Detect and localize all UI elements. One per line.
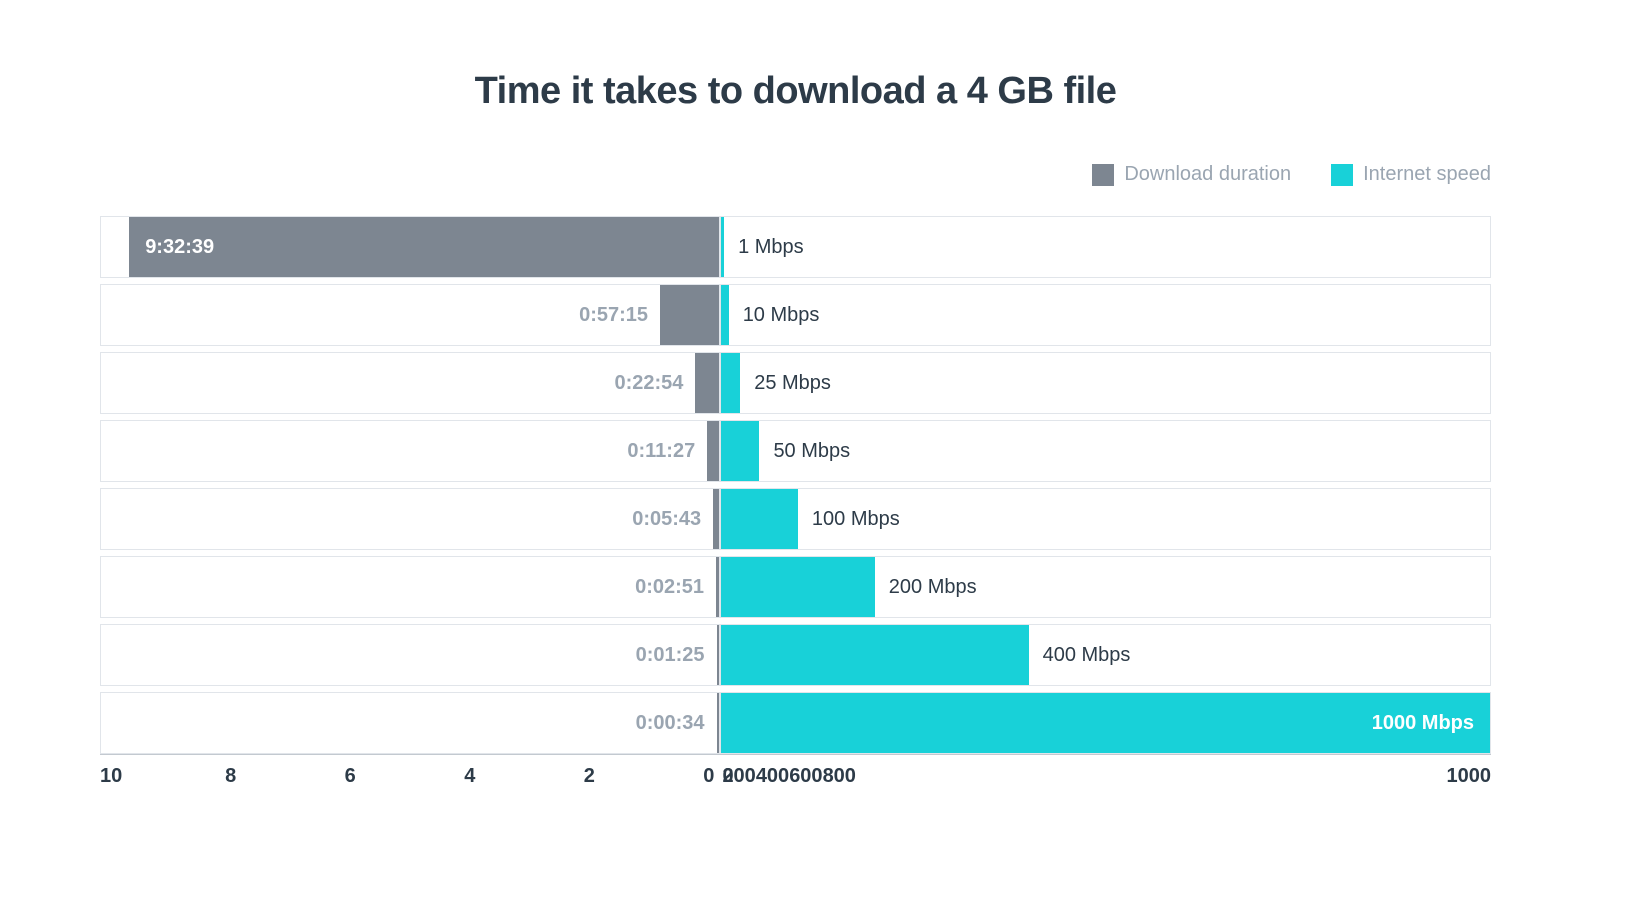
speed-cell: 50 Mbps: [720, 420, 1491, 482]
chart-row: 0:57:15 10 Mbps: [100, 284, 1491, 346]
duration-bar: [717, 625, 719, 685]
speed-label: 25 Mbps: [740, 372, 831, 395]
duration-label: 9:32:39: [129, 236, 230, 259]
duration-bar: [716, 557, 719, 617]
speed-cell: 200 Mbps: [720, 556, 1491, 618]
speed-label: 1 Mbps: [724, 236, 804, 259]
chart-row: 0:11:27 50 Mbps: [100, 420, 1491, 482]
duration-cell: 0:57:15: [100, 284, 720, 346]
axis-tick: 4: [464, 765, 475, 788]
speed-bar: [721, 285, 729, 345]
axis-tick: 600: [789, 765, 822, 788]
swatch-duration-icon: [1092, 164, 1114, 186]
chart-row: 0:05:43 100 Mbps: [100, 488, 1491, 550]
speed-cell: 25 Mbps: [720, 352, 1491, 414]
speed-bar: [721, 557, 875, 617]
duration-bar: [695, 353, 719, 413]
axis-tick: 1000: [1447, 765, 1492, 788]
axis-tick: 6: [345, 765, 356, 788]
speed-label: 10 Mbps: [729, 304, 820, 327]
speed-label: 400 Mbps: [1029, 644, 1131, 667]
legend-label-duration: Download duration: [1124, 163, 1291, 186]
legend-item-speed: Internet speed: [1331, 163, 1491, 186]
duration-cell: 0:11:27: [100, 420, 720, 482]
x-axis: 10 8 6 4 2 0 0 200400600800 1000: [100, 765, 1491, 788]
duration-bar: [707, 421, 719, 481]
duration-label: 0:00:34: [636, 712, 717, 735]
x-axis-left: 10 8 6 4 2 0: [100, 765, 720, 788]
duration-cell: 0:05:43: [100, 488, 720, 550]
duration-bar: 9:32:39: [129, 217, 719, 277]
duration-cell: 0:00:34: [100, 692, 720, 754]
duration-cell: 0:02:51: [100, 556, 720, 618]
speed-cell: 10 Mbps: [720, 284, 1491, 346]
legend: Download duration Internet speed: [100, 163, 1491, 186]
speed-bar: [721, 489, 798, 549]
axis-tick: 8: [225, 765, 236, 788]
chart-title: Time it takes to download a 4 GB file: [100, 70, 1491, 113]
speed-label: 200 Mbps: [875, 576, 977, 599]
speed-bar: [721, 625, 1029, 685]
duration-bar: [717, 693, 719, 753]
legend-label-speed: Internet speed: [1363, 163, 1491, 186]
duration-bar: [660, 285, 719, 345]
speed-cell: 1000 Mbps: [720, 692, 1491, 754]
speed-cell: 100 Mbps: [720, 488, 1491, 550]
axis-tick: 10: [100, 765, 122, 788]
axis-tick: 0: [703, 765, 714, 788]
duration-label: 0:02:51: [635, 576, 716, 599]
speed-cell: 400 Mbps: [720, 624, 1491, 686]
speed-cell: 1 Mbps: [720, 216, 1491, 278]
chart-row: 0:01:25 400 Mbps: [100, 624, 1491, 686]
duration-cell: 9:32:39: [100, 216, 720, 278]
swatch-speed-icon: [1331, 164, 1353, 186]
axis-tick: 2: [584, 765, 595, 788]
axis-tick: 800: [823, 765, 856, 788]
duration-label: 0:57:15: [579, 304, 660, 327]
duration-bar: [713, 489, 719, 549]
chart-row: 0:00:34 1000 Mbps: [100, 692, 1491, 754]
speed-label: 100 Mbps: [798, 508, 900, 531]
chart-container: Time it takes to download a 4 GB file Do…: [0, 0, 1641, 919]
duration-label: 0:22:54: [614, 372, 695, 395]
axis-tick: 200: [722, 765, 755, 788]
axis-tick: 400: [756, 765, 789, 788]
duration-cell: 0:22:54: [100, 352, 720, 414]
x-axis-right: 02004006008001000: [720, 765, 1491, 788]
duration-label: 0:01:25: [636, 644, 717, 667]
chart-rows: 9:32:39 1 Mbps 0:57:15 10 Mbps 0:22:54 25 Mbp…: [100, 216, 1491, 755]
chart-row: 0:22:54 25 Mbps: [100, 352, 1491, 414]
speed-label: 1000 Mbps: [1356, 712, 1490, 735]
speed-bar: [721, 353, 740, 413]
chart-row: 0:02:51 200 Mbps: [100, 556, 1491, 618]
duration-cell: 0:01:25: [100, 624, 720, 686]
speed-bar: [721, 421, 759, 481]
speed-bar: 1000 Mbps: [721, 693, 1490, 753]
duration-label: 0:11:27: [627, 440, 707, 463]
legend-item-duration: Download duration: [1092, 163, 1291, 186]
chart-row: 9:32:39 1 Mbps: [100, 216, 1491, 278]
duration-label: 0:05:43: [632, 508, 713, 531]
speed-label: 50 Mbps: [759, 440, 850, 463]
